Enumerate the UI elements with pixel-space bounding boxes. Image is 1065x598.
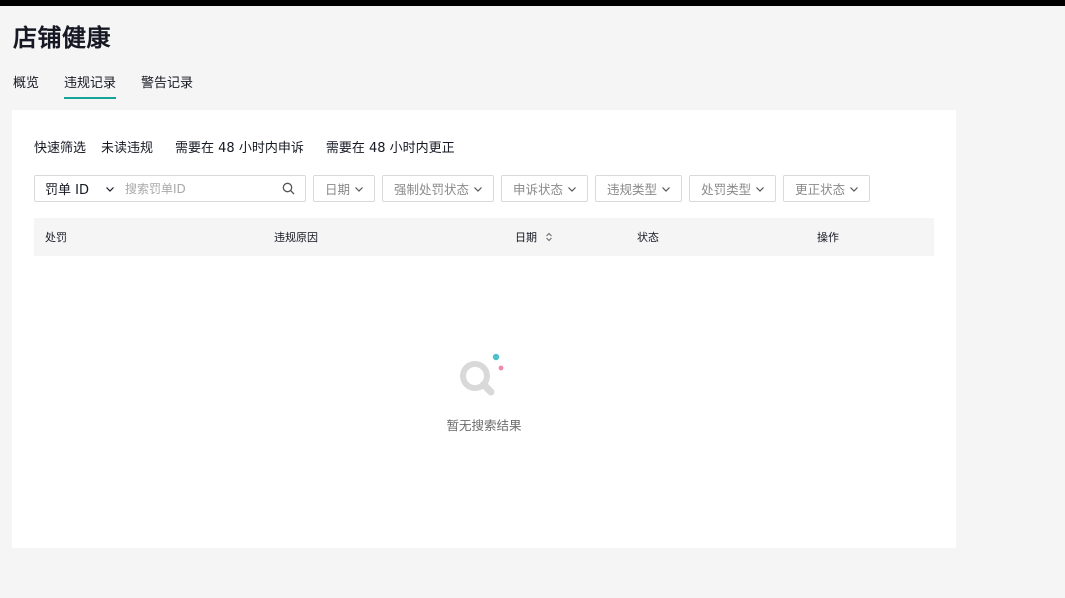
empty-search-icon xyxy=(458,353,514,405)
tab-bar: 概览 违规记录 警告记录 xyxy=(13,72,193,99)
quick-filter-unread[interactable]: 未读违规 xyxy=(101,137,153,156)
empty-state-text: 暂无搜索结果 xyxy=(446,418,522,433)
column-header-actions: 操作 xyxy=(817,218,839,256)
quick-filter-correct-48h[interactable]: 需要在 48 小时内更正 xyxy=(326,137,455,156)
column-header-penalty: 处罚 xyxy=(45,218,67,256)
search-type-value: 罚单 ID xyxy=(45,183,89,198)
filter-penalty-type-label: 处罚类型 xyxy=(701,182,752,197)
column-header-label: 状态 xyxy=(637,231,659,244)
filter-violation-type[interactable]: 违规类型 xyxy=(595,175,683,202)
content-card: 快速筛选 未读违规 需要在 48 小时内申诉 需要在 48 小时内更正 罚单 I… xyxy=(12,110,956,548)
chevron-down-icon xyxy=(849,184,859,194)
column-header-date[interactable]: 日期 xyxy=(515,218,553,256)
filter-date-label: 日期 xyxy=(325,182,351,197)
table-header: 处罚 违规原因 日期 状态 操作 xyxy=(34,218,934,256)
filter-enforcement-status-label: 强制处罚状态 xyxy=(394,182,470,197)
top-bar xyxy=(0,0,1065,6)
chevron-down-icon xyxy=(661,184,671,194)
filter-correction-status[interactable]: 更正状态 xyxy=(783,175,871,202)
quick-filter-label: 快速筛选 xyxy=(34,141,87,156)
column-header-label: 处罚 xyxy=(45,231,67,244)
column-header-label: 操作 xyxy=(817,231,839,244)
tab-warnings[interactable]: 警告记录 xyxy=(141,72,193,99)
tab-overview[interactable]: 概览 xyxy=(13,72,39,99)
column-header-label: 违规原因 xyxy=(274,231,318,244)
search-icon[interactable] xyxy=(277,182,299,195)
chevron-down-icon xyxy=(105,184,115,194)
sort-icon xyxy=(545,232,553,242)
filter-appeal-status-label: 申诉状态 xyxy=(513,182,564,197)
filter-date[interactable]: 日期 xyxy=(313,175,376,202)
column-header-reason: 违规原因 xyxy=(274,218,318,256)
column-header-status: 状态 xyxy=(637,218,659,256)
search-input[interactable] xyxy=(123,180,277,197)
column-header-label: 日期 xyxy=(515,231,537,244)
filter-enforcement-status[interactable]: 强制处罚状态 xyxy=(382,175,495,202)
page-title: 店铺健康 xyxy=(13,24,111,52)
filter-correction-status-label: 更正状态 xyxy=(795,182,846,197)
tab-violations[interactable]: 违规记录 xyxy=(64,72,117,99)
filter-violation-type-label: 违规类型 xyxy=(607,182,658,197)
search-box: 罚单 ID xyxy=(34,175,306,202)
chevron-down-icon xyxy=(755,184,765,194)
chevron-down-icon xyxy=(354,184,364,194)
filter-bar: 罚单 ID 日期 强制处罚状态 申诉状态 违规类型 xyxy=(34,175,871,202)
quick-filter: 快速筛选 未读违规 需要在 48 小时内申诉 需要在 48 小时内更正 xyxy=(34,137,477,156)
chevron-down-icon xyxy=(473,184,483,194)
chevron-down-icon xyxy=(567,184,577,194)
filter-penalty-type[interactable]: 处罚类型 xyxy=(689,175,777,202)
filter-appeal-status[interactable]: 申诉状态 xyxy=(501,175,589,202)
search-type-select[interactable]: 罚单 ID xyxy=(35,179,123,198)
quick-filter-appeal-48h[interactable]: 需要在 48 小时内申诉 xyxy=(175,137,304,156)
